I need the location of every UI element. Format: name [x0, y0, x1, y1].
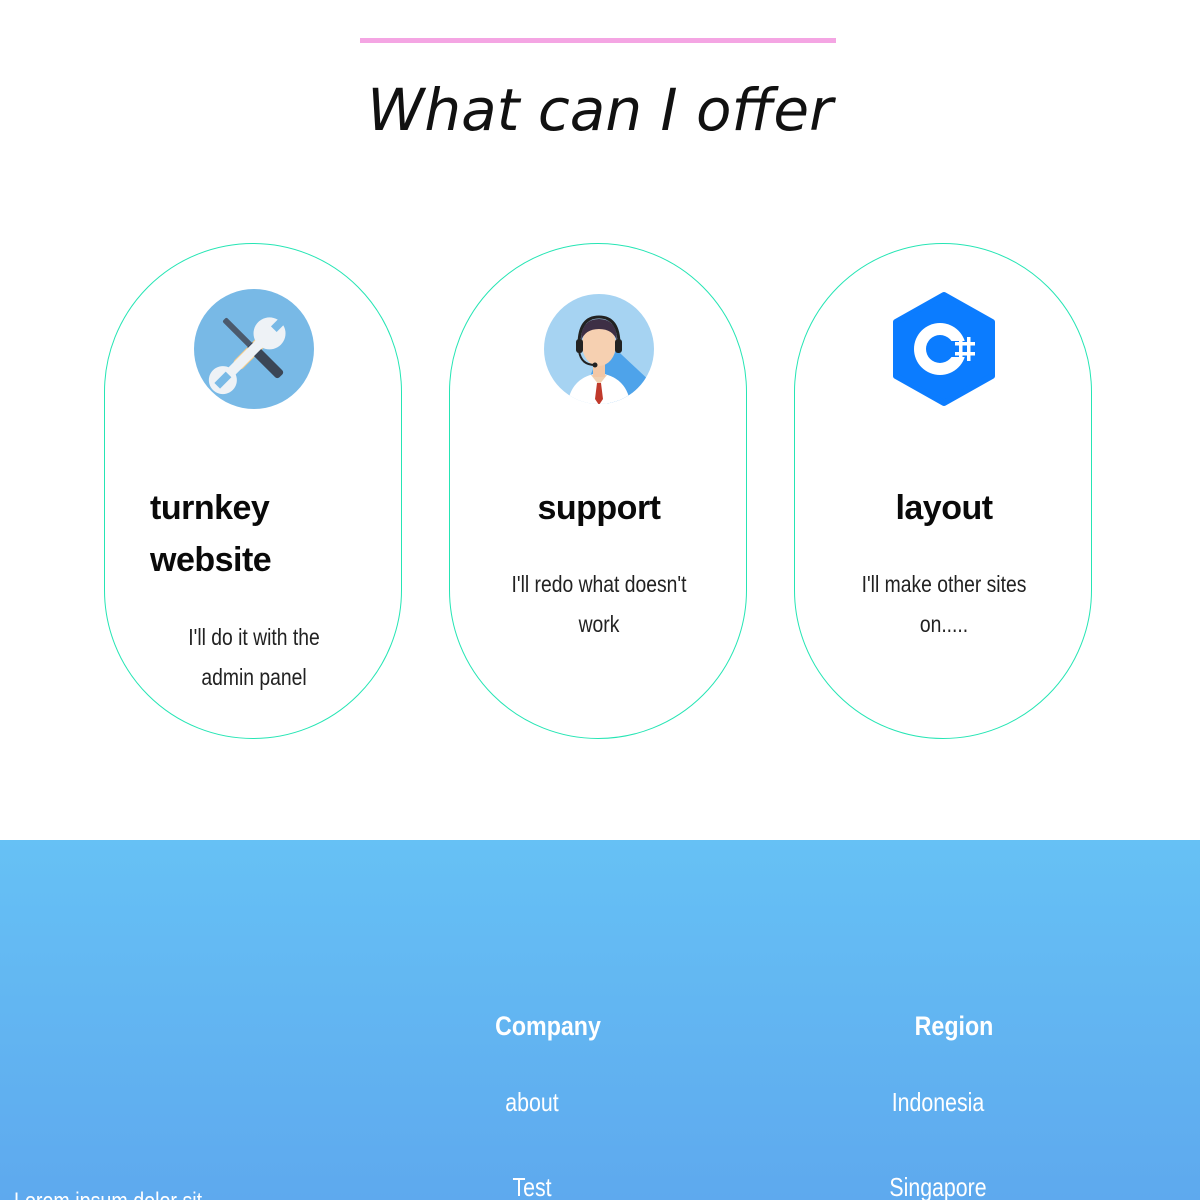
section-title: What can I offer	[367, 76, 833, 144]
support-agent-icon	[544, 294, 654, 404]
footer-link-indonesia[interactable]: Indonesia	[828, 1082, 1048, 1122]
offer-card-layout: layout I'll make other sites on.....	[794, 243, 1092, 739]
footer: Lorem ipsum dolor sit Company about Test…	[0, 840, 1200, 1200]
footer-heading-region: Region	[914, 1011, 994, 1041]
footer-link-test[interactable]: Test	[422, 1167, 642, 1200]
offer-card-support: support I'll redo what doesn't work	[449, 243, 747, 739]
card-heading: support	[537, 489, 661, 527]
footer-heading-company: Company	[495, 1011, 601, 1041]
footer-link-about[interactable]: about	[422, 1082, 642, 1122]
card-heading: layout	[895, 489, 993, 527]
accent-line	[360, 38, 836, 43]
card-heading: turnkey website	[150, 489, 272, 579]
card-text: I'll redo what doesn't work	[511, 571, 687, 637]
offer-card-turnkey-website: turnkey website I'll do it with the admi…	[104, 243, 402, 739]
csharp-icon	[893, 292, 995, 406]
footer-about-text: Lorem ipsum dolor sit	[14, 1182, 202, 1200]
card-text: I'll make other sites on.....	[861, 571, 1027, 637]
card-text: I'll do it with the admin panel	[188, 624, 320, 690]
footer-link-singapore[interactable]: Singapore	[828, 1167, 1048, 1200]
tools-icon	[194, 289, 314, 409]
